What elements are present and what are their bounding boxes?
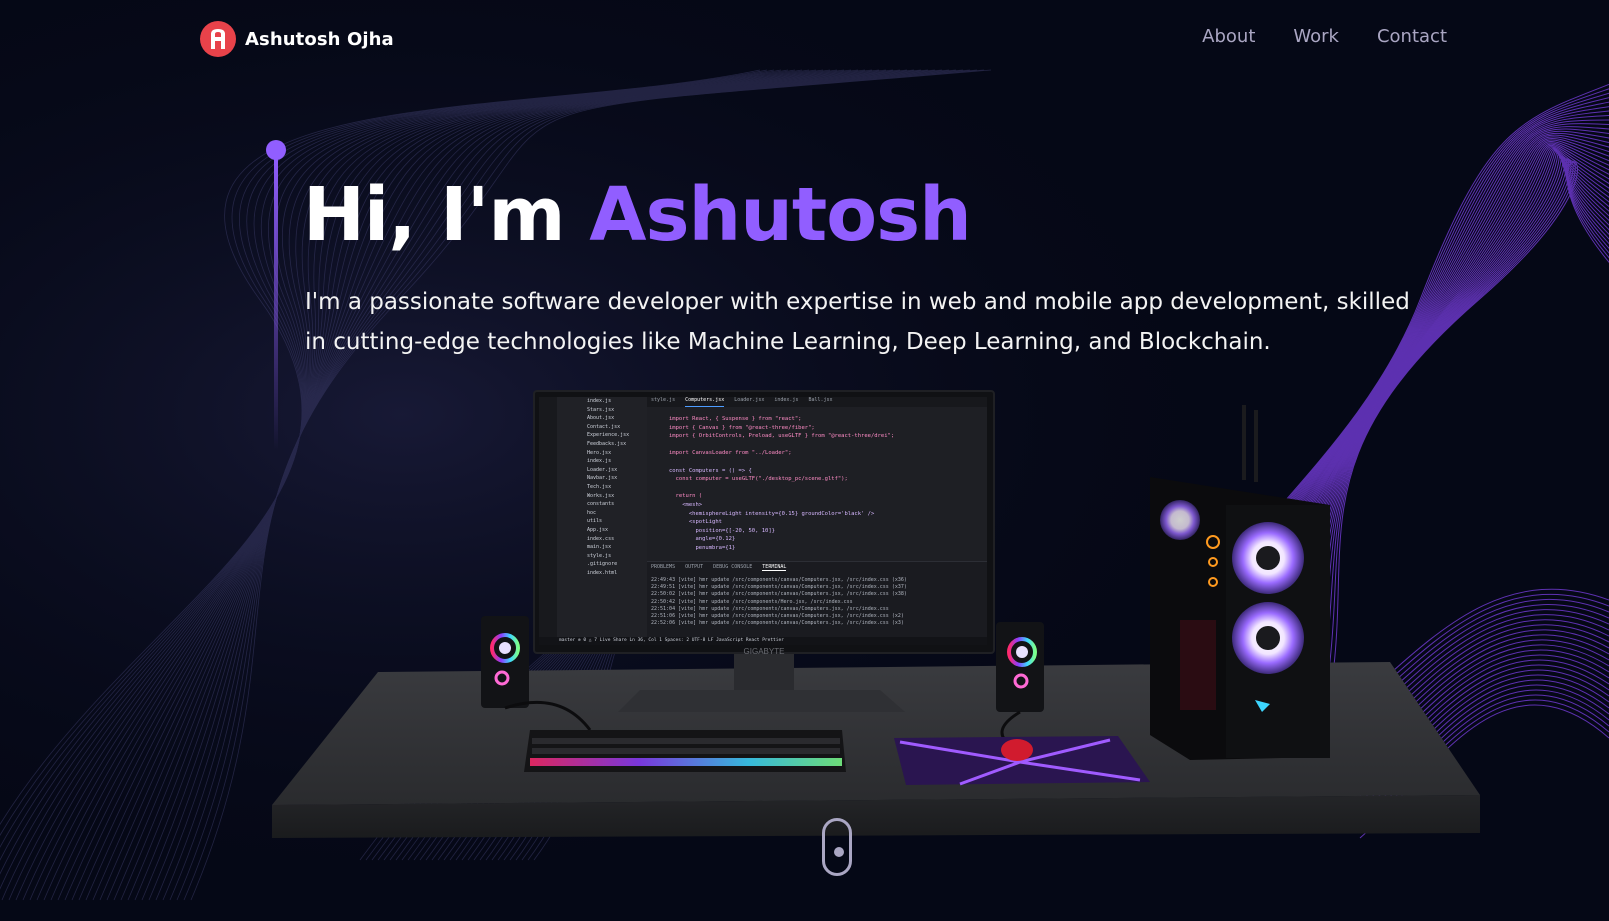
mouse [1001,739,1033,761]
ide-code-line: const Computers = () => { [669,467,752,474]
ide-code-line: import CanvasLoader from "../Loader"; [669,450,792,457]
ide-explorer-item: style.js [587,552,612,559]
ide-code-line: const computer = useGLTF("./desktop_pc/s… [669,476,848,483]
ide-tab: style.js [651,397,676,403]
nav-link-contact[interactable]: Contact [1377,26,1447,47]
ide-code-line: position={[-20, 50, 10]} [669,527,775,534]
ide-explorer-item: Works.jsx [587,492,615,499]
terminal-line: 22:50:42 [vite] hmr update /src/componen… [651,598,853,605]
ide-code-line: <mesh> [669,501,703,508]
ide-tabs: style.js Computers.jsx Loader.jsx index.js B… [647,397,987,407]
ide-explorer-item: App.jsx [587,526,609,533]
nav-link-about[interactable]: About [1202,26,1255,47]
ide-code-line: <spotLight [669,519,722,526]
ide-explorer-item: About.jsx [587,415,615,422]
ide-explorer-item: index.js [587,398,612,404]
terminal-line: 22:51:04 [vite] hmr update /src/componen… [651,605,889,612]
ide-code-line: import { OrbitControls, Preload, useGLTF… [669,433,895,440]
ide-explorer-item: .gitignore [587,561,618,568]
ide-explorer-item: Contact.jsx [587,423,621,430]
ide-activity-bar [539,397,557,645]
mouse-scroll-icon[interactable] [822,818,852,876]
ide-tab: Computers.jsx [685,397,725,407]
speaker-right [996,622,1044,712]
terminal-line: 22:52:06 [vite] hmr update /src/componen… [651,620,904,627]
ide-code-line: import React, { Suspense } from "react"; [669,416,802,422]
ide-code-line: <hemisphereLight intensity={0.15} ground… [669,510,875,517]
terminal-line: 22:49:43 [vite] hmr update /src/componen… [651,577,907,583]
ide-explorer-item: utils [587,518,603,525]
ide-explorer-item: Loader.jsx [587,466,618,473]
ide-explorer: index.js Stars.jsx About.jsx Contact.jsx Exp… [557,397,647,637]
hero-title-prefix: Hi, I'm [303,172,590,258]
ide-terminal: PROBLEMS OUTPUT DEBUG CONSOLE TERMINAL 22:4… [647,561,987,638]
ide-explorer-item: index.html [587,569,618,576]
ide-code-line: import { Canvas } from "@react-three/fib… [669,424,815,431]
ide-tab: Ball.jsx [808,397,833,403]
ide-explorer-item: Experience.jsx [587,432,630,439]
ide-code-line: angle={0.12} [669,536,736,543]
hero-title-name: Ashutosh [589,172,972,258]
ide-code-line [669,484,979,493]
monitor-screen-ide: index.js Stars.jsx About.jsx Contact.jsx Exp… [539,397,987,645]
ide-explorer-item: index.css [587,535,615,542]
ide-tab: Loader.jsx [734,397,765,403]
ide-explorer-item: index.js [587,458,612,465]
ide-explorer-item: Feedbacks.jsx [587,440,627,447]
ide-explorer-item: Hero.jsx [587,449,612,456]
terminal-tab: DEBUG CONSOLE [713,564,753,570]
terminal-line: 22:49:51 [vite] hmr update /src/componen… [651,584,907,591]
terminal-tab: OUTPUT [685,564,704,570]
terminal-tab: TERMINAL [762,564,787,571]
ide-code-line [669,458,979,467]
ide-explorer-item: Tech.jsx [587,483,612,490]
scroll-dot [834,847,844,857]
ide-code-editor: import React, { Suspense } from "react";… [669,415,979,553]
speaker-left [481,616,529,708]
brand-name: Ashutosh Ojha [245,28,394,50]
terminal-line: 22:50:02 [vite] hmr update /src/componen… [651,591,907,598]
portfolio-page: Ashutosh Ojha About Work Contact Hi, I'm… [0,0,1609,921]
keyboard [524,730,846,772]
ide-code-line: return ( [669,493,703,500]
ide-tab: index.js [774,397,799,403]
ide-explorer-item: Stars.jsx [587,406,615,413]
nav-links: About Work Contact [1202,26,1447,47]
ide-code-line [669,441,979,450]
pc-case [1150,405,1330,760]
logo-link[interactable]: Ashutosh Ojha [200,21,394,57]
navbar: Ashutosh Ojha About Work Contact [0,0,1609,78]
nav-link-work[interactable]: Work [1293,26,1339,47]
terminal-line: 22:51:06 [vite] hmr update /src/componen… [651,613,904,620]
monitor-brand-label: GIGABYTE [744,647,785,656]
terminal-tab: PROBLEMS [651,564,676,570]
hero-subtitle: I'm a passionate software developer with… [305,289,1410,355]
ide-explorer-item: constants [587,501,615,508]
ide-explorer-item: main.jsx [587,544,612,551]
ide-code-line: penumbra={1} [669,544,736,551]
a-logo-icon [200,21,236,57]
hero-title: Hi, I'm Ashutosh [303,170,972,260]
ide-explorer-item: Navbar.jsx [587,475,618,482]
ide-status-bar: master ⊗ 0 △ 7 Live Share Ln 36, Col 1 S… [539,637,987,645]
ide-explorer-item: hoc [587,509,597,516]
